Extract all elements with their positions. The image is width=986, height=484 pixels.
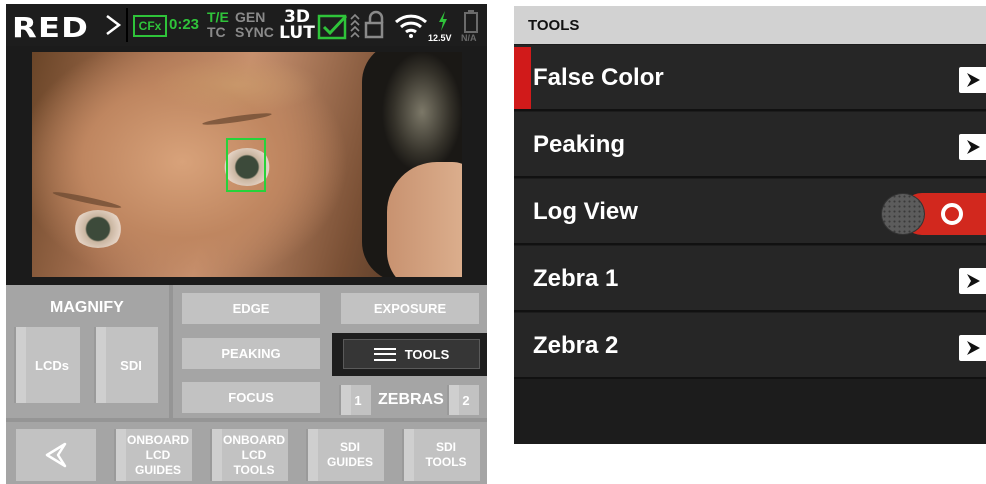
- button-line: TOOLS: [425, 455, 467, 469]
- peaking-button[interactable]: PEAKING: [182, 338, 320, 369]
- sdi-guides-label: SDI GUIDES: [327, 440, 373, 470]
- lut-bottom-label: LUT: [279, 23, 315, 43]
- tools-button-inner: TOOLS: [343, 339, 480, 369]
- zebra-2-button[interactable]: 2: [447, 385, 479, 415]
- battery-status: N/A: [461, 33, 477, 43]
- button-line: GUIDES: [326, 455, 373, 469]
- chevron-right-icon[interactable]: [959, 134, 986, 160]
- exposure-button[interactable]: EXPOSURE: [341, 293, 479, 324]
- button-line: LCD: [241, 447, 267, 462]
- gen-label: GEN: [235, 9, 266, 25]
- brow-shape: [201, 111, 273, 127]
- sdi-tools-label: SDI TOOLS: [425, 440, 466, 470]
- status-divider: [126, 8, 128, 42]
- power-bolt-icon: [439, 11, 447, 31]
- divider: [169, 285, 173, 418]
- zebra-1-label: 1: [354, 392, 362, 408]
- zebra-1-button[interactable]: 1: [339, 385, 371, 415]
- voltage-readout: 12.5V: [428, 33, 452, 43]
- menu-row-peaking[interactable]: Peaking: [514, 112, 986, 178]
- menu-row-log-view[interactable]: Log View: [514, 179, 986, 245]
- sdi-button-label: SDI: [120, 357, 142, 373]
- chevron-right-icon[interactable]: [959, 268, 986, 294]
- cfx-time: 0:23: [169, 16, 200, 33]
- log-view-toggle[interactable]: [881, 193, 986, 235]
- hamburger-menu-icon: [373, 347, 396, 361]
- button-line: TOOLS: [233, 462, 275, 477]
- onboard-lcd-tools-label: ONBOARD LCD TOOLS: [223, 433, 285, 478]
- status-bar: RED CFx 0:23 T/E TC GEN SYNC 3D LUT 12.5…: [6, 4, 487, 46]
- button-line: GUIDES: [134, 462, 181, 477]
- screenshot-stage: RED CFx 0:23 T/E TC GEN SYNC 3D LUT 12.5…: [0, 0, 986, 484]
- tools-menu-panel: TOOLS False Color Peaking Log View Zebra…: [514, 6, 986, 444]
- red-arrow-icon: [106, 15, 122, 35]
- hand-shape: [387, 162, 462, 277]
- monitor-controls: MAGNIFY LCDs SDI EDGE EXPOSURE PEAKING T…: [6, 285, 487, 484]
- back-arrow-icon: [45, 442, 67, 468]
- sdi-tools-button[interactable]: SDI TOOLS: [402, 429, 480, 481]
- tc-label: TC: [207, 24, 226, 40]
- menu-row-label: Peaking: [533, 131, 626, 158]
- eye-shape: [72, 210, 124, 248]
- menu-row-label: Zebra 2: [533, 332, 619, 359]
- sync-label: SYNC: [235, 24, 274, 40]
- cfx-badge[interactable]: CFx: [133, 15, 167, 37]
- onboard-lcd-tools-button[interactable]: ONBOARD LCD TOOLS: [210, 429, 288, 481]
- button-line: ONBOARD: [223, 432, 285, 447]
- sdi-guides-button[interactable]: SDI GUIDES: [306, 429, 384, 481]
- focus-button[interactable]: FOCUS: [182, 382, 320, 413]
- zebra-2-label: 2: [462, 392, 470, 408]
- toggle-on-icon: [941, 203, 963, 225]
- lcds-button[interactable]: LCDs: [14, 327, 80, 403]
- onboard-lcd-guides-label: ONBOARD LCD GUIDES: [127, 433, 189, 478]
- te-label: T/E: [207, 9, 229, 25]
- button-line: SDI: [435, 440, 456, 454]
- edge-button[interactable]: EDGE: [182, 293, 320, 324]
- selection-indicator: [514, 47, 531, 109]
- red-logo: RED: [12, 11, 89, 44]
- tools-button-label: TOOLS: [404, 346, 450, 362]
- onboard-lcd-guides-button[interactable]: ONBOARD LCD GUIDES: [114, 429, 192, 481]
- button-line: SDI: [339, 440, 360, 454]
- record-check-icon: [317, 14, 348, 40]
- magnify-label: MAGNIFY: [50, 299, 124, 316]
- signal-arrows-icon: [350, 13, 360, 38]
- menu-row-label: False Color: [533, 64, 664, 91]
- zebras-label: ZEBRAS: [378, 391, 444, 408]
- tools-menu-header: TOOLS: [514, 6, 986, 44]
- button-line: LCD: [145, 447, 171, 462]
- menu-row-false-color[interactable]: False Color: [514, 45, 986, 111]
- tools-menu-title: TOOLS: [528, 17, 580, 34]
- camera-monitor-panel: RED CFx 0:23 T/E TC GEN SYNC 3D LUT 12.5…: [6, 4, 487, 484]
- back-button[interactable]: [16, 429, 96, 481]
- 3d-lut-indicator[interactable]: 3D LUT: [279, 9, 315, 43]
- menu-row-label: Log View: [533, 198, 638, 225]
- lcds-button-label: LCDs: [35, 357, 69, 373]
- brow-shape: [52, 189, 122, 211]
- menu-row-label: Zebra 1: [533, 265, 619, 292]
- lock-icon: [364, 10, 384, 39]
- button-line: ONBOARD: [127, 432, 189, 447]
- battery-icon: [464, 10, 478, 33]
- menu-row-zebra-2[interactable]: Zebra 2: [514, 313, 986, 379]
- wifi-icon: [394, 14, 428, 38]
- focus-box[interactable]: [226, 138, 266, 192]
- chevron-right-icon[interactable]: [959, 335, 986, 361]
- menu-row-zebra-1[interactable]: Zebra 1: [514, 246, 986, 312]
- chevron-right-icon[interactable]: [959, 67, 986, 93]
- camera-preview-image[interactable]: [32, 52, 462, 277]
- sdi-button[interactable]: SDI: [94, 327, 158, 403]
- toggle-knob: [881, 193, 925, 235]
- tools-button[interactable]: TOOLS: [332, 333, 487, 376]
- divider: [6, 418, 487, 422]
